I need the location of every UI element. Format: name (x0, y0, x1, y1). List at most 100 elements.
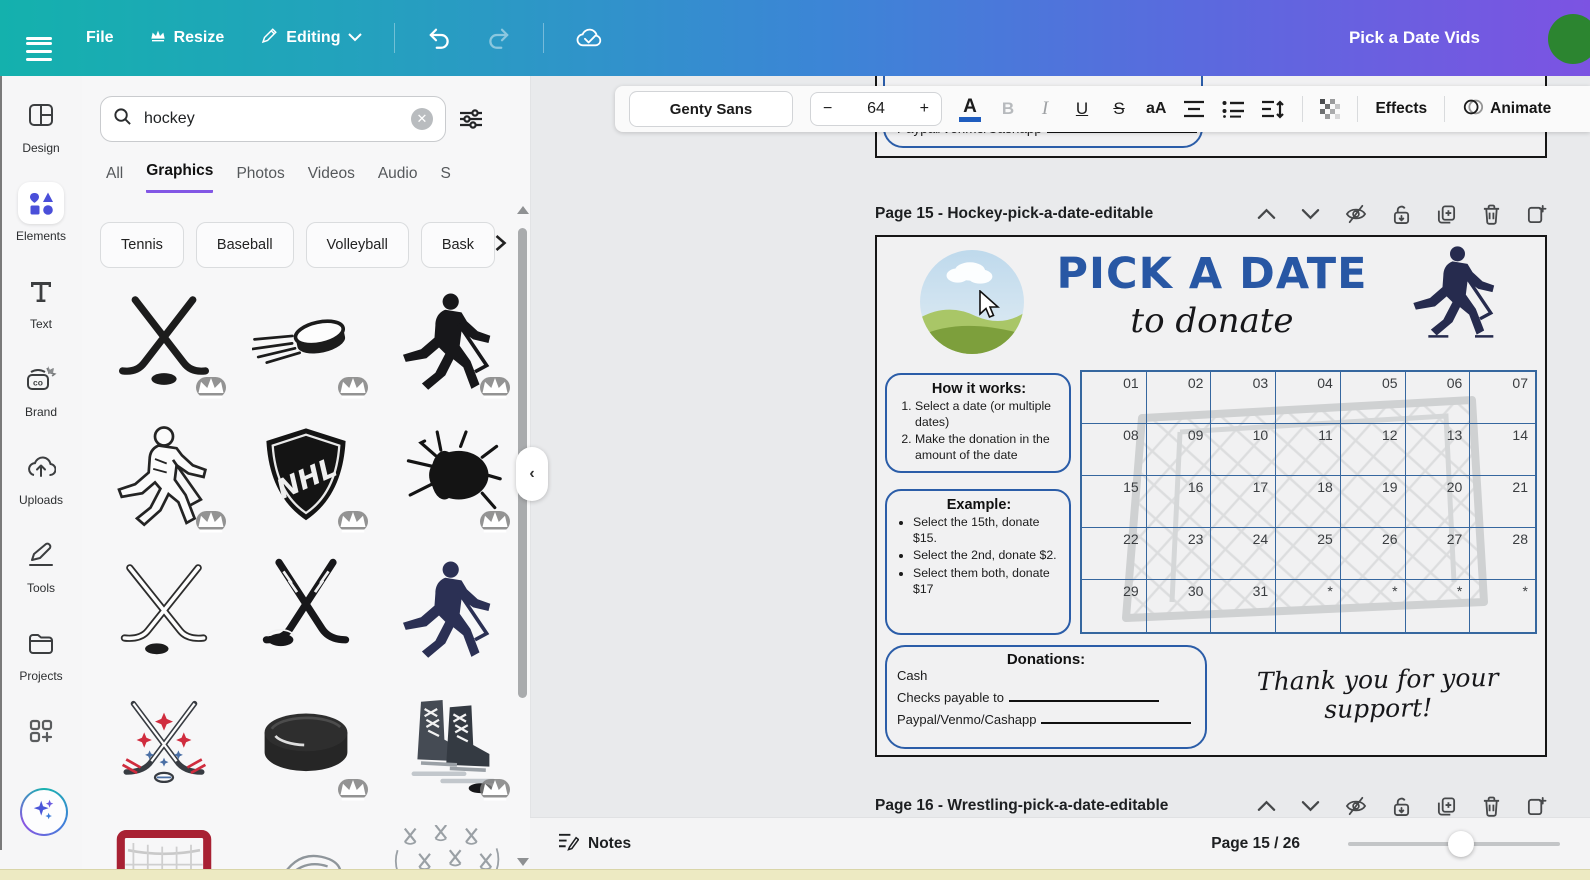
example-box[interactable]: Example: Select the 15th, donate $15.Sel… (885, 489, 1071, 635)
calendar-cell-07[interactable]: 07 (1470, 372, 1535, 424)
chip-tennis[interactable]: Tennis (100, 222, 184, 268)
account-avatar[interactable] (1548, 14, 1590, 64)
move-page-up-button[interactable] (1257, 208, 1276, 220)
redo-button[interactable] (473, 16, 525, 60)
calendar-cell-05[interactable]: 05 (1341, 372, 1406, 424)
thank-you-text[interactable]: Thank you for your support! (1213, 662, 1544, 726)
scroll-down-arrow[interactable] (517, 858, 529, 866)
result-ice-skates[interactable] (384, 686, 512, 804)
zoom-slider-handle[interactable] (1448, 831, 1474, 857)
magic-assistant-button[interactable] (20, 788, 68, 836)
bulleted-list-button[interactable] (1222, 100, 1244, 118)
editing-mode-dropdown[interactable]: Editing (246, 17, 376, 60)
donations-box[interactable]: Donations: CashChecks payable toPaypal/V… (885, 645, 1207, 749)
page-15-canvas[interactable]: PICK A DATE to donate How it works: Sele… (875, 235, 1547, 757)
result-crossed-sticks-outline[interactable] (100, 552, 228, 670)
result-hockey-player-silhouette[interactable] (384, 284, 512, 402)
result-puck-breaking-wall[interactable] (384, 418, 512, 536)
lock-page-button[interactable] (1392, 204, 1411, 225)
sidebar-item-tools[interactable]: Tools (0, 534, 82, 622)
search-input[interactable] (142, 109, 401, 129)
sidebar-item-projects[interactable]: Projects (0, 622, 82, 710)
resize-button[interactable]: Resize (136, 19, 239, 58)
collapse-panel-button[interactable]: ‹ (516, 447, 548, 501)
card-title[interactable]: PICK A DATE (1037, 249, 1387, 299)
hide-page-button[interactable] (1345, 204, 1367, 224)
calendar-cell-18[interactable]: 18 (1276, 476, 1341, 528)
result-nhl-shield-logo[interactable]: NHL (242, 418, 370, 536)
move-page-up-button[interactable] (1257, 800, 1276, 812)
lock-page-button[interactable] (1392, 796, 1411, 817)
calendar-cell-23[interactable]: 23 (1147, 528, 1212, 580)
result-hockey-player-sketch[interactable] (100, 418, 228, 536)
tab-all[interactable]: All (106, 165, 123, 193)
result-crossed-sticks-two-tone[interactable] (242, 552, 370, 670)
calendar-cell-28[interactable]: 28 (1470, 528, 1535, 580)
document-title[interactable]: Pick a Date Vids (1349, 0, 1480, 76)
search-box[interactable]: ✕ (100, 96, 446, 142)
tab-audio[interactable]: Audio (378, 165, 418, 193)
page-15-label[interactable]: Page 15 - Hockey-pick-a-date-editable (875, 205, 1153, 223)
sidebar-item-elements[interactable]: Elements (0, 182, 82, 270)
font-size-increase-button[interactable]: + (920, 100, 929, 118)
result-crossed-hockey-sticks-with-puck[interactable] (100, 284, 228, 402)
font-family-selector[interactable]: Genty Sans (629, 91, 793, 127)
duplicate-page-button[interactable] (1436, 796, 1457, 817)
calendar-cell-*[interactable]: * (1406, 580, 1471, 632)
calendar-cell-31[interactable]: 31 (1211, 580, 1276, 632)
chip-baseball[interactable]: Baseball (196, 222, 294, 268)
tab-videos[interactable]: Videos (308, 165, 355, 193)
file-menu-button[interactable]: File (72, 19, 128, 57)
font-size-stepper[interactable]: − 64 + (810, 92, 942, 126)
panel-scrollbar[interactable] (518, 206, 527, 866)
result-flying-hockey-puck[interactable] (242, 284, 370, 402)
font-size-decrease-button[interactable]: − (823, 100, 832, 118)
animate-button[interactable]: Animate (1462, 97, 1551, 122)
calendar-cell-03[interactable]: 03 (1211, 372, 1276, 424)
add-page-button[interactable] (1526, 796, 1547, 817)
card-subtitle[interactable]: to donate (1037, 301, 1387, 341)
chip-bask[interactable]: Bask (421, 222, 495, 268)
calendar-cell-15[interactable]: 15 (1082, 476, 1147, 528)
calendar-cell-06[interactable]: 06 (1406, 372, 1471, 424)
notes-button[interactable]: Notes (558, 832, 631, 856)
calendar-cell-25[interactable]: 25 (1276, 528, 1341, 580)
duplicate-page-button[interactable] (1436, 204, 1457, 225)
calendar-cell-24[interactable]: 24 (1211, 528, 1276, 580)
calendar-cell-20[interactable]: 20 (1406, 476, 1471, 528)
strikethrough-button[interactable]: S (1109, 99, 1129, 119)
italic-button[interactable]: I (1035, 98, 1055, 120)
undo-button[interactable] (413, 16, 465, 60)
donation-calendar[interactable]: 0102030405060708091011121314151617181920… (1080, 370, 1537, 634)
hockey-player-graphic[interactable] (1405, 243, 1505, 369)
move-page-down-button[interactable] (1301, 800, 1320, 812)
clear-search-icon[interactable]: ✕ (411, 108, 433, 130)
calendar-cell-14[interactable]: 14 (1470, 424, 1535, 476)
move-page-down-button[interactable] (1301, 208, 1320, 220)
underline-button[interactable]: U (1072, 99, 1092, 119)
main-menu-button[interactable] (14, 22, 64, 55)
calendar-cell-02[interactable]: 02 (1147, 372, 1212, 424)
sky-hills-circle-image[interactable] (919, 249, 1025, 361)
page-indicator[interactable]: Page 15 / 26 (1211, 835, 1300, 853)
calendar-cell-*[interactable]: * (1341, 580, 1406, 632)
calendar-cell-01[interactable]: 01 (1082, 372, 1147, 424)
line-spacing-button[interactable] (1261, 100, 1285, 119)
hide-page-button[interactable] (1345, 796, 1367, 816)
font-size-value[interactable]: 64 (867, 100, 885, 118)
how-it-works-box[interactable]: How it works: Select a date (or multiple… (885, 373, 1071, 473)
calendar-cell-08[interactable]: 08 (1082, 424, 1147, 476)
chip-volleyball[interactable]: Volleyball (306, 222, 409, 268)
calendar-cell-22[interactable]: 22 (1082, 528, 1147, 580)
tab-s[interactable]: S (440, 165, 450, 193)
calendar-cell-*[interactable]: * (1470, 580, 1535, 632)
sidebar-item-brand[interactable]: coBrand (0, 358, 82, 446)
search-filters-icon[interactable] (458, 107, 484, 131)
calendar-cell-13[interactable]: 13 (1406, 424, 1471, 476)
alignment-button[interactable] (1183, 100, 1205, 118)
calendar-cell-11[interactable]: 11 (1276, 424, 1341, 476)
calendar-cell-*[interactable]: * (1276, 580, 1341, 632)
text-color-button[interactable]: A (959, 97, 981, 122)
result-hockey-puck-3d[interactable] (242, 686, 370, 804)
calendar-cell-04[interactable]: 04 (1276, 372, 1341, 424)
